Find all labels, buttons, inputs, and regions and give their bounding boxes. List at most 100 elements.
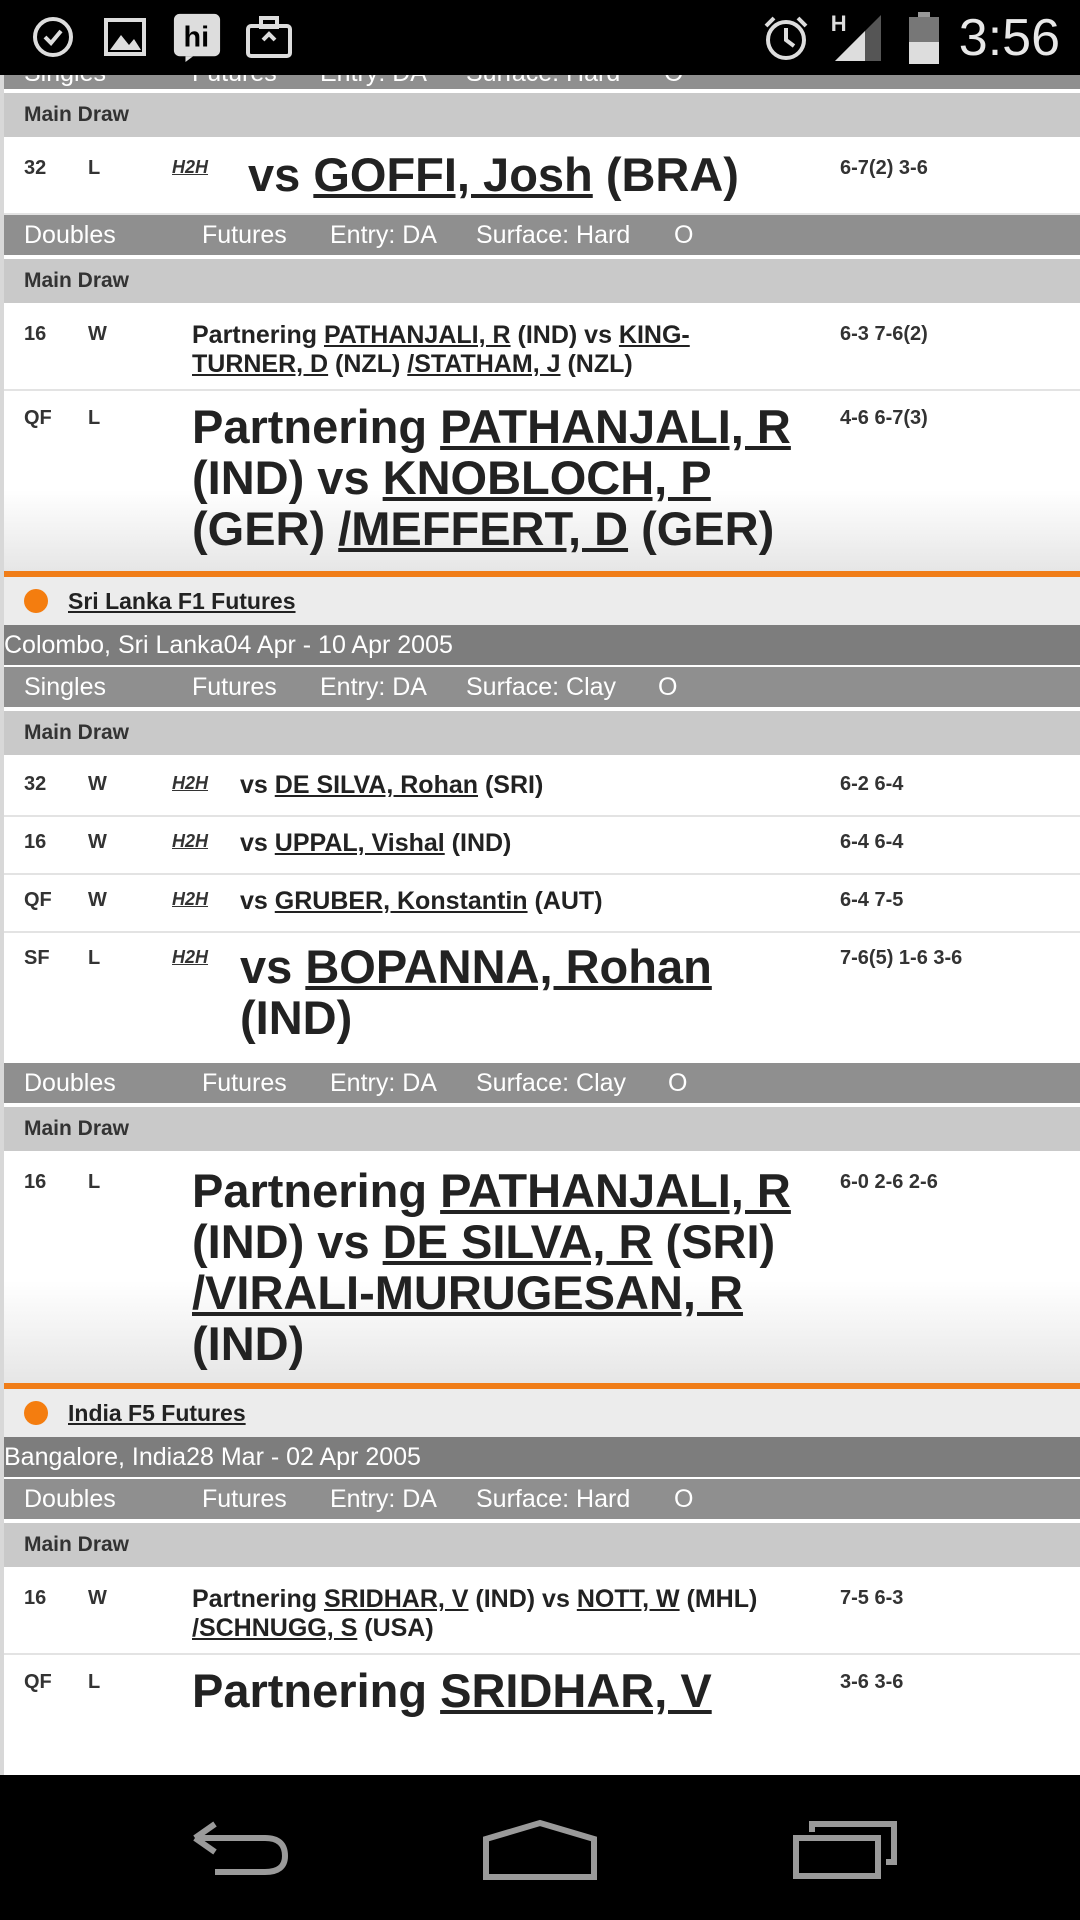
- home-button[interactable]: [475, 1815, 605, 1885]
- result: W: [88, 831, 107, 853]
- category-extra: O: [658, 672, 678, 701]
- category-entry: Entry: DA: [320, 672, 427, 701]
- opponent-link[interactable]: DE SILVA, Rohan: [275, 771, 478, 799]
- match-description: Partnering PATHANJALI, R (IND) vs KING-T…: [192, 321, 690, 378]
- score: 7-5 6-3: [840, 1587, 904, 1609]
- round: QF: [24, 889, 52, 911]
- opponent-link[interactable]: BOPANNA, Rohan: [305, 940, 711, 993]
- recent-apps-icon: [793, 1821, 897, 1879]
- tournament-header: Sri Lanka F1 Futures: [4, 577, 1080, 625]
- category-type: Doubles: [24, 1068, 116, 1097]
- round: 32: [24, 773, 47, 795]
- match-row: QF L Partnering PATHANJALI, R (IND) vs K…: [4, 391, 1080, 571]
- h2h-link[interactable]: H2H: [172, 947, 208, 968]
- briefcase-icon: [244, 12, 294, 62]
- round: 32: [24, 157, 47, 179]
- result: L: [88, 1171, 101, 1193]
- match-row: 32 L H2H vs GOFFI, Josh (BRA) 6-7(2) 3-6: [4, 141, 1080, 215]
- match-row: QF W H2H vs GRUBER, Konstantin (AUT) 6-4…: [4, 875, 1080, 933]
- h2h-link[interactable]: H2H: [172, 889, 208, 910]
- gallery-icon: [100, 12, 150, 62]
- tournament-bullet-icon: [24, 589, 48, 613]
- round: QF: [24, 407, 52, 429]
- draw-header: Main Draw: [4, 1107, 1080, 1151]
- partner-link[interactable]: PATHANJALI, R: [440, 1164, 791, 1217]
- category-surface: Surface: Hard: [476, 220, 631, 249]
- opponent-link[interactable]: DE SILVA, R: [383, 1215, 653, 1268]
- h2h-link[interactable]: H2H: [172, 157, 208, 178]
- opponent-link[interactable]: /STATHAM, J: [407, 350, 560, 378]
- draw-header: Main Draw: [4, 259, 1080, 303]
- category-surface: Surface: Clay: [466, 672, 617, 701]
- dates: 04 Apr - 10 Apr 2005: [223, 630, 453, 659]
- back-button[interactable]: [175, 1815, 305, 1885]
- match-description: vs UPPAL, Vishal (IND): [240, 829, 512, 857]
- opponent-link[interactable]: NOTT, W: [577, 1585, 680, 1613]
- match-description: vs GOFFI, Josh (BRA): [248, 148, 739, 201]
- match-row: 16 W Partnering PATHANJALI, R (IND) vs K…: [4, 307, 1080, 391]
- category-entry: Entry: DA: [330, 1484, 437, 1513]
- category-surface: Surface: Clay: [476, 1068, 627, 1097]
- location-bar: Colombo, Sri Lanka 04 Apr - 10 Apr 2005: [4, 625, 1080, 665]
- round: QF: [24, 1671, 52, 1693]
- svg-text:hi: hi: [184, 22, 210, 54]
- location: Colombo, Sri Lanka: [4, 630, 224, 659]
- result: L: [88, 157, 101, 179]
- score: 6-4 6-4: [840, 831, 904, 853]
- location-bar: Bangalore, India 28 Mar - 02 Apr 2005: [4, 1437, 1080, 1477]
- score: 6-2 6-4: [840, 773, 904, 795]
- opponent-link[interactable]: /MEFFERT, D: [338, 502, 628, 555]
- recent-apps-button[interactable]: [780, 1815, 910, 1885]
- score: 6-0 2-6 2-6: [840, 1171, 938, 1193]
- opponent-link[interactable]: /SCHNUGG, S: [192, 1614, 357, 1642]
- result: W: [88, 1587, 107, 1609]
- match-description: Partnering PATHANJALI, R (IND) vs KNOBLO…: [192, 400, 791, 555]
- activity-list[interactable]: Singles Futures Entry: DA Surface: Hard …: [0, 75, 1080, 1775]
- tournament-bullet-icon: [24, 1401, 48, 1425]
- category-entry: Entry: DA: [330, 1068, 437, 1097]
- match-row: 16 W H2H vs UPPAL, Vishal (IND) 6-4 6-4: [4, 817, 1080, 875]
- h2h-link[interactable]: H2H: [172, 773, 208, 794]
- tournament-link[interactable]: India F5 Futures: [68, 1400, 246, 1427]
- result: L: [88, 1671, 101, 1693]
- result: L: [88, 407, 101, 429]
- tournament-header: India F5 Futures: [4, 1389, 1080, 1437]
- partner-link[interactable]: SRIDHAR, V: [440, 1664, 712, 1717]
- round: 16: [24, 1587, 47, 1609]
- result: W: [88, 773, 107, 795]
- match-description: vs GRUBER, Konstantin (AUT): [240, 887, 603, 915]
- category-level: Futures: [202, 1068, 287, 1097]
- home-icon: [483, 1819, 597, 1880]
- score: 6-7(2) 3-6: [840, 157, 928, 179]
- category-type: Doubles: [24, 220, 116, 249]
- match-row: 16 L Partnering PATHANJALI, R (IND) vs D…: [4, 1155, 1080, 1383]
- round: 16: [24, 1171, 47, 1193]
- match-description: Partnering PATHANJALI, R (IND) vs DE SIL…: [192, 1164, 791, 1370]
- opponent-link[interactable]: UPPAL, Vishal: [275, 829, 445, 857]
- category-type: Doubles: [24, 1484, 116, 1513]
- back-icon: [193, 1821, 289, 1875]
- score: 4-6 6-7(3): [840, 407, 928, 429]
- opponent-link[interactable]: /VIRALI-MURUGESAN, R: [192, 1266, 743, 1319]
- match-description: vs BOPANNA, Rohan (IND): [240, 940, 712, 1044]
- category-level: Futures: [192, 75, 277, 88]
- opponent-link[interactable]: GRUBER, Konstantin: [275, 887, 528, 915]
- category-level: Futures: [202, 220, 287, 249]
- category-entry: Entry: DA: [330, 220, 437, 249]
- opponent-link[interactable]: GOFFI, Josh: [313, 148, 592, 201]
- score: 6-4 7-5: [840, 889, 904, 911]
- category-bar: Doubles Futures Entry: DA Surface: Hard …: [4, 215, 1080, 255]
- partner-link[interactable]: PATHANJALI, R: [324, 321, 511, 349]
- category-bar: Singles Futures Entry: DA Surface: Hard …: [4, 75, 1080, 89]
- category-level: Futures: [192, 672, 277, 701]
- match-row: 16 W Partnering SRIDHAR, V (IND) vs NOTT…: [4, 1571, 1080, 1655]
- h2h-link[interactable]: H2H: [172, 831, 208, 852]
- opponent-link[interactable]: KNOBLOCH, P: [383, 451, 711, 504]
- partner-link[interactable]: SRIDHAR, V: [324, 1585, 468, 1613]
- partner-link[interactable]: PATHANJALI, R: [440, 400, 791, 453]
- tournament-link[interactable]: Sri Lanka F1 Futures: [68, 588, 296, 615]
- round: SF: [24, 947, 50, 969]
- match-row: SF L H2H vs BOPANNA, Rohan (IND) 7-6(5) …: [4, 933, 1080, 1063]
- category-surface: Surface: Hard: [466, 75, 620, 88]
- category-extra: O: [674, 220, 694, 249]
